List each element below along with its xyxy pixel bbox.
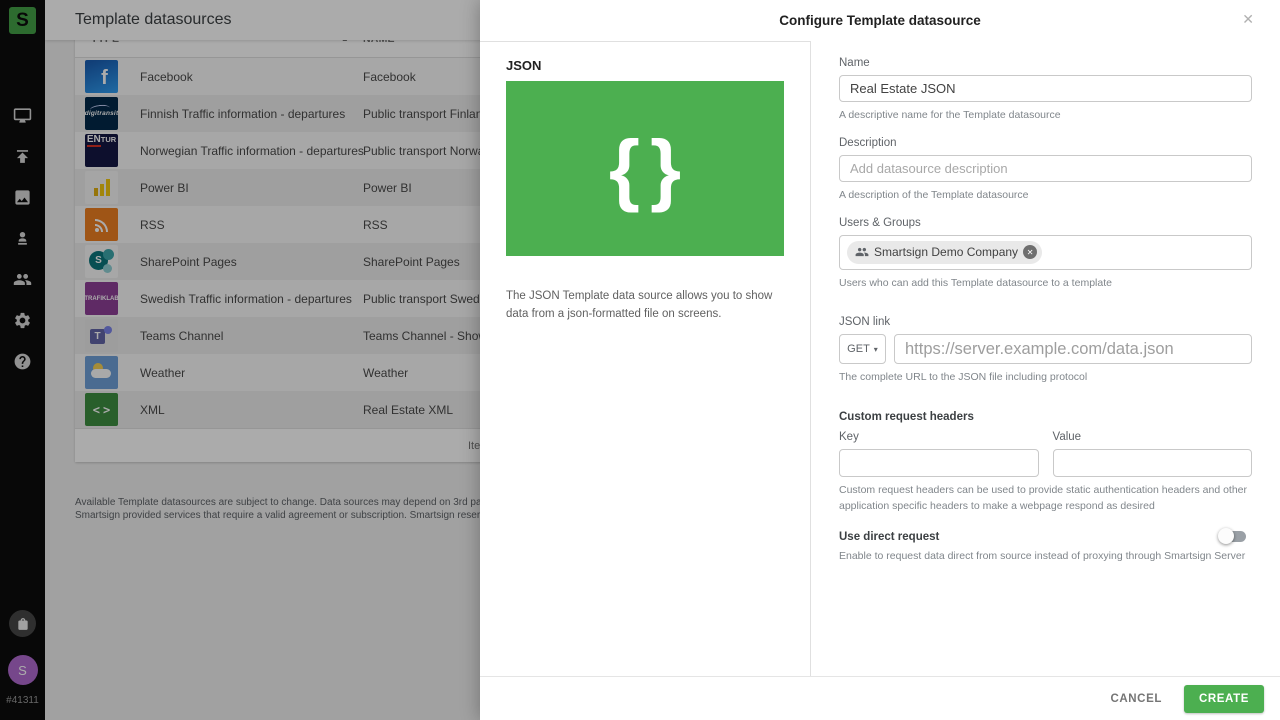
user-group-chip[interactable]: Smartsign Demo Company ✕ xyxy=(847,240,1043,264)
direct-request-label: Use direct request xyxy=(839,530,940,543)
description-helper: A description of the Template datasource xyxy=(839,188,1029,201)
brace-close-glyph: } xyxy=(650,123,682,213)
header-key-label: Key xyxy=(839,431,859,443)
description-label: Description xyxy=(839,136,897,149)
name-label: Name xyxy=(839,57,870,69)
header-key-input[interactable] xyxy=(839,449,1039,477)
header-value-label: Value xyxy=(1052,431,1082,443)
direct-request-helper: Enable to request data direct from sourc… xyxy=(839,549,1246,562)
json-link-helper: The complete URL to the JSON file includ… xyxy=(839,371,1088,384)
http-method-dropdown[interactable]: GET ▾ xyxy=(839,334,886,365)
close-icon[interactable]: ✕ xyxy=(1242,11,1254,28)
chip-label: Smartsign Demo Company xyxy=(874,245,1019,259)
brace-open-glyph: { xyxy=(608,123,640,213)
modal-title: Configure Template datasource xyxy=(779,13,981,28)
cancel-button[interactable]: CANCEL xyxy=(1098,685,1174,713)
chevron-down-icon: ▾ xyxy=(873,344,878,354)
users-groups-helper: Users who can add this Template datasour… xyxy=(839,276,1112,289)
header-value-input[interactable] xyxy=(1052,449,1252,477)
configure-datasource-modal: Configure Template datasource ✕ JSON { }… xyxy=(480,0,1280,720)
create-button[interactable]: CREATE xyxy=(1183,684,1264,713)
name-helper: A descriptive name for the Template data… xyxy=(839,109,1061,121)
datasource-form: Name A descriptive name for the Template… xyxy=(810,41,1280,676)
datasource-description-text: The JSON Template data source allows you… xyxy=(506,290,773,320)
json-url-input[interactable] xyxy=(894,334,1252,365)
datasource-info-pane: JSON { } The JSON Template data source a… xyxy=(480,41,810,676)
custom-headers-helper: Custom request headers can be used to pr… xyxy=(839,484,1248,512)
users-groups-label: Users & Groups xyxy=(839,216,921,229)
datasource-type-heading: JSON xyxy=(506,58,542,73)
description-input[interactable] xyxy=(839,154,1252,182)
custom-headers-label: Custom request headers xyxy=(839,411,974,423)
json-link-label: JSON link xyxy=(839,316,891,329)
users-groups-field[interactable]: Smartsign Demo Company ✕ xyxy=(839,234,1252,270)
json-tile: { } xyxy=(506,81,784,256)
direct-request-toggle[interactable] xyxy=(1218,528,1246,544)
chip-remove-icon[interactable]: ✕ xyxy=(1023,245,1038,259)
name-input[interactable] xyxy=(839,75,1252,102)
group-icon xyxy=(855,247,869,257)
